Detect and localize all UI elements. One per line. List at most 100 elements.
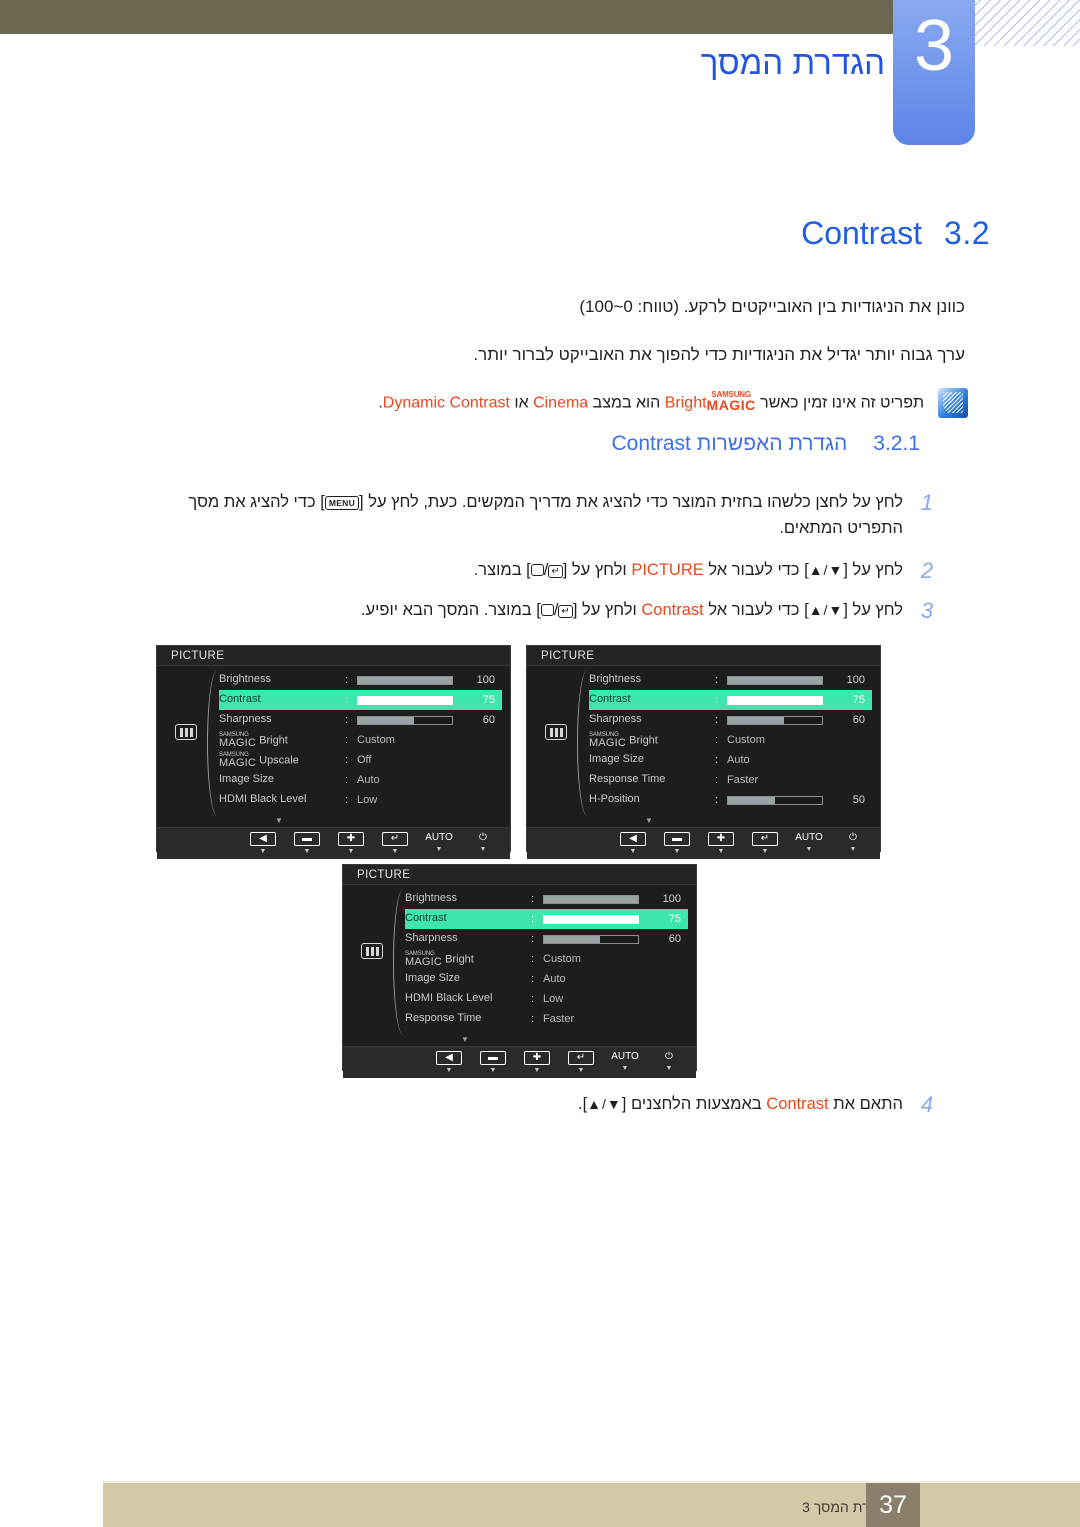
osd-row[interactable]: Sharpness: 60	[589, 710, 872, 730]
osd-2-rows: Brightness: 100 Contrast: 75 Sharpness: 60 SAM…	[589, 670, 872, 810]
plus-button[interactable]: ✚ ▼	[708, 832, 734, 855]
chevron-down-icon: ▼	[629, 848, 637, 855]
osd-row[interactable]: SAMSUNG MAGIC Bright: Custom	[219, 730, 502, 750]
chevron-down-icon: ▼	[849, 846, 857, 853]
note-row: תפריט זה אינו זמין כאשר SAMSUNG MAGIC Brig…	[163, 388, 968, 418]
picture-category-icon-3	[361, 943, 383, 959]
osd-slider[interactable]	[543, 934, 639, 944]
auto-button[interactable]: AUTO ▼	[611, 1051, 639, 1072]
osd-row[interactable]: Brightness: 100	[589, 670, 872, 690]
osd-slider[interactable]	[727, 795, 823, 805]
chapter-number: 3	[913, 6, 955, 86]
osd-row[interactable]: Response Time: Faster	[589, 770, 872, 790]
auto-button[interactable]: AUTO ▼	[425, 832, 453, 853]
osd-slider[interactable]	[543, 894, 639, 904]
osd-row[interactable]: Image Size: Auto	[405, 969, 688, 989]
osd-row[interactable]: Image Size: Auto	[589, 750, 872, 770]
osd-3-sidebar	[351, 885, 403, 1038]
osd-row[interactable]: HDMI Black Level: Low	[405, 989, 688, 1009]
osd-row[interactable]: Brightness: 100	[405, 889, 688, 909]
osd-slider-value: 75	[852, 694, 865, 706]
osd-row[interactable]: H-Position: 50	[589, 790, 872, 810]
step-1-text: לחץ על לחצן כלשהו בחזית המוצר כדי להציג …	[188, 493, 903, 537]
osd-row-colon: :	[345, 794, 349, 806]
chevron-down-icon: ▼	[673, 848, 681, 855]
magic-logo-icon: SAMSUNG MAGIC	[405, 951, 442, 968]
osd-slider[interactable]	[543, 914, 639, 924]
note-mode-cinema: Cinema	[533, 394, 589, 412]
power-button[interactable]: ⏻ ▼	[470, 832, 496, 853]
osd-row-value: Low	[543, 993, 564, 1005]
osd-row-colon: :	[531, 1013, 535, 1025]
osd-row[interactable]: Contrast: 75	[405, 909, 688, 929]
osd-row[interactable]: Response Time: Faster	[405, 1009, 688, 1029]
osd-slider[interactable]	[357, 675, 453, 685]
back-button[interactable]: ◀ ▼	[436, 1051, 462, 1074]
osd-row[interactable]: SAMSUNG MAGIC Upscale: Off	[219, 750, 502, 770]
osd-slider-fill	[544, 895, 638, 903]
osd-1-body: Brightness: 100 Contrast: 75 Sharpness: 60 SAM…	[157, 666, 510, 827]
header-band	[0, 0, 893, 34]
osd-row-colon: :	[531, 973, 535, 985]
step-1-text-a: לחץ על לחצן כלשהו בחזית המוצר כדי להציג …	[368, 493, 903, 511]
enter-key-icon-3: ↵	[558, 605, 573, 618]
step-2-text-d: במוצר.	[473, 561, 522, 579]
note-mode-dynamic-contrast: Dynamic Contrast	[382, 394, 510, 412]
osd-slider[interactable]	[727, 715, 823, 725]
osd-row-colon: :	[715, 754, 719, 766]
back-button[interactable]: ◀ ▼	[250, 832, 276, 855]
osd-row-label: Brightness	[405, 892, 457, 905]
osd-row[interactable]: Contrast: 75	[589, 690, 872, 710]
rounded-key-icon-3	[540, 604, 554, 616]
osd-row-value: Off	[357, 754, 372, 766]
enter-button[interactable]: ↵ ▼	[752, 832, 778, 855]
osd-row-label: Sharpness	[589, 713, 642, 726]
step-3: 3 לחץ על [▲/▼] כדי לעבור אל Contrast ולח…	[160, 598, 935, 624]
auto-button[interactable]: AUTO ▼	[795, 832, 823, 853]
plus-button[interactable]: ✚ ▼	[338, 832, 364, 855]
osd-slider[interactable]	[357, 695, 453, 705]
chapter-title: הגדרת המסך	[700, 44, 885, 81]
osd-row-label-suffix: Bright	[442, 952, 474, 965]
step-4-text: התאם את Contrast באמצעות הלחצנים [▲/▼].	[160, 1092, 903, 1118]
osd-row-value: Auto	[727, 754, 750, 766]
minus-button-icon: ▬	[480, 1051, 506, 1065]
step-4-text-c: .	[577, 1095, 583, 1113]
osd-3-rows: Brightness: 100 Contrast: 75 Sharpness: 60 SAM…	[405, 889, 688, 1029]
osd-3-footer-buttons: ◀ ▼ ▬ ▼ ✚ ▼ ↵ ▼ AUTO ▼ ⏻ ▼	[343, 1046, 696, 1078]
plus-button[interactable]: ✚ ▼	[524, 1051, 550, 1074]
osd-1-title: PICTURE	[171, 649, 225, 662]
auto-button-icon: AUTO	[795, 832, 823, 843]
osd-row-label: SAMSUNG MAGIC Bright	[405, 951, 531, 968]
osd-row-label: Contrast	[589, 693, 631, 706]
osd-slider[interactable]	[727, 675, 823, 685]
osd-row-colon: :	[531, 913, 535, 925]
osd-row[interactable]: Brightness: 100	[219, 670, 502, 690]
enter-key-icon-2: ↵	[548, 565, 563, 578]
osd-row[interactable]: Image Size: Auto	[219, 770, 502, 790]
osd-slider[interactable]	[727, 695, 823, 705]
osd-row[interactable]: Sharpness: 60	[219, 710, 502, 730]
osd-row[interactable]: SAMSUNG MAGIC Bright: Custom	[589, 730, 872, 750]
minus-button[interactable]: ▬ ▼	[480, 1051, 506, 1074]
minus-button[interactable]: ▬ ▼	[294, 832, 320, 855]
chevron-down-icon: ▼	[347, 848, 355, 855]
magic-logo-icon: SAMSUNG MAGIC	[589, 732, 626, 749]
note-text-mid: הוא במצב	[592, 394, 661, 412]
osd-row-colon: :	[715, 774, 719, 786]
enter-button[interactable]: ↵ ▼	[382, 832, 408, 855]
power-button[interactable]: ⏻ ▼	[840, 832, 866, 853]
osd-row[interactable]: Contrast: 75	[219, 690, 502, 710]
osd-slider[interactable]	[357, 715, 453, 725]
step-2-index: 2	[920, 558, 934, 583]
power-button[interactable]: ⏻ ▼	[656, 1051, 682, 1072]
step-2-text: לחץ על [▲/▼] כדי לעבור אל PICTURE ולחץ ע…	[160, 558, 903, 584]
magic-word-label: MAGIC	[405, 955, 443, 968]
osd-row[interactable]: SAMSUNG MAGIC Bright: Custom	[405, 949, 688, 969]
enter-button[interactable]: ↵ ▼	[568, 1051, 594, 1074]
chevron-down-icon: ▼	[805, 846, 813, 853]
osd-row[interactable]: Sharpness: 60	[405, 929, 688, 949]
back-button[interactable]: ◀ ▼	[620, 832, 646, 855]
minus-button[interactable]: ▬ ▼	[664, 832, 690, 855]
osd-row[interactable]: HDMI Black Level: Low	[219, 790, 502, 810]
